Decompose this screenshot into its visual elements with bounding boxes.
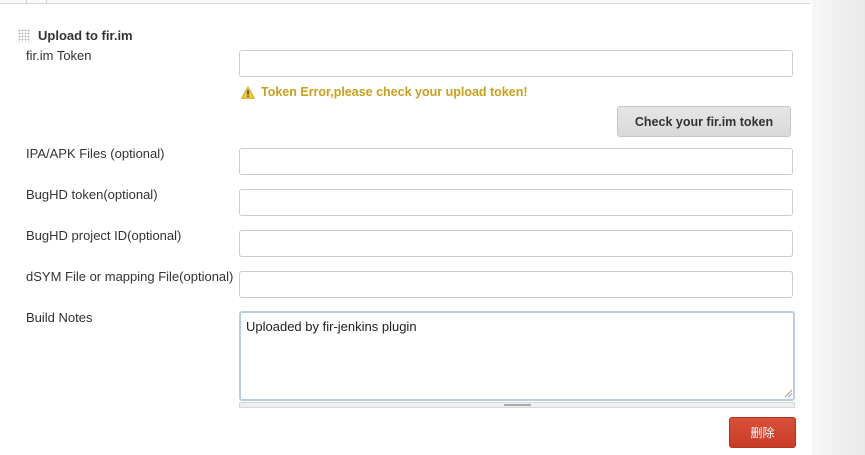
check-token-button[interactable]: Check your fir.im token: [617, 106, 791, 137]
warning-message: Token Error,please check your upload tok…: [261, 85, 528, 99]
build-notes-label: Build Notes: [26, 310, 93, 325]
bughd-project-input[interactable]: [239, 230, 793, 257]
warning-triangle-icon: [241, 85, 255, 99]
token-warning: Token Error,please check your upload tok…: [241, 85, 528, 99]
tab-divider: [26, 0, 27, 4]
bughd-token-input[interactable]: [239, 189, 793, 216]
tab-divider: [46, 0, 47, 4]
delete-button[interactable]: 删除: [729, 417, 796, 448]
ipa-apk-label: IPA/APK Files (optional): [26, 146, 165, 161]
drag-handle-icon[interactable]: [18, 29, 30, 42]
previous-section-border: [0, 0, 810, 4]
bughd-token-label: BugHD token(optional): [26, 187, 158, 202]
token-label: fir.im Token: [26, 48, 92, 63]
resize-grip-icon[interactable]: [784, 389, 793, 398]
resize-handle[interactable]: [504, 404, 531, 406]
bughd-project-label: BugHD project ID(optional): [26, 228, 182, 243]
textarea-resize-bar[interactable]: [239, 402, 795, 408]
section-title: Upload to fir.im: [38, 28, 133, 43]
dsym-input[interactable]: [239, 271, 793, 298]
token-input[interactable]: [239, 50, 793, 77]
build-notes-textarea[interactable]: Uploaded by fir-jenkins plugin: [239, 311, 795, 401]
section-header: Upload to fir.im: [18, 28, 133, 43]
dsym-label: dSYM File or mapping File(optional): [26, 269, 234, 284]
ipa-apk-input[interactable]: [239, 148, 793, 175]
page-side-gutter: [812, 0, 865, 455]
